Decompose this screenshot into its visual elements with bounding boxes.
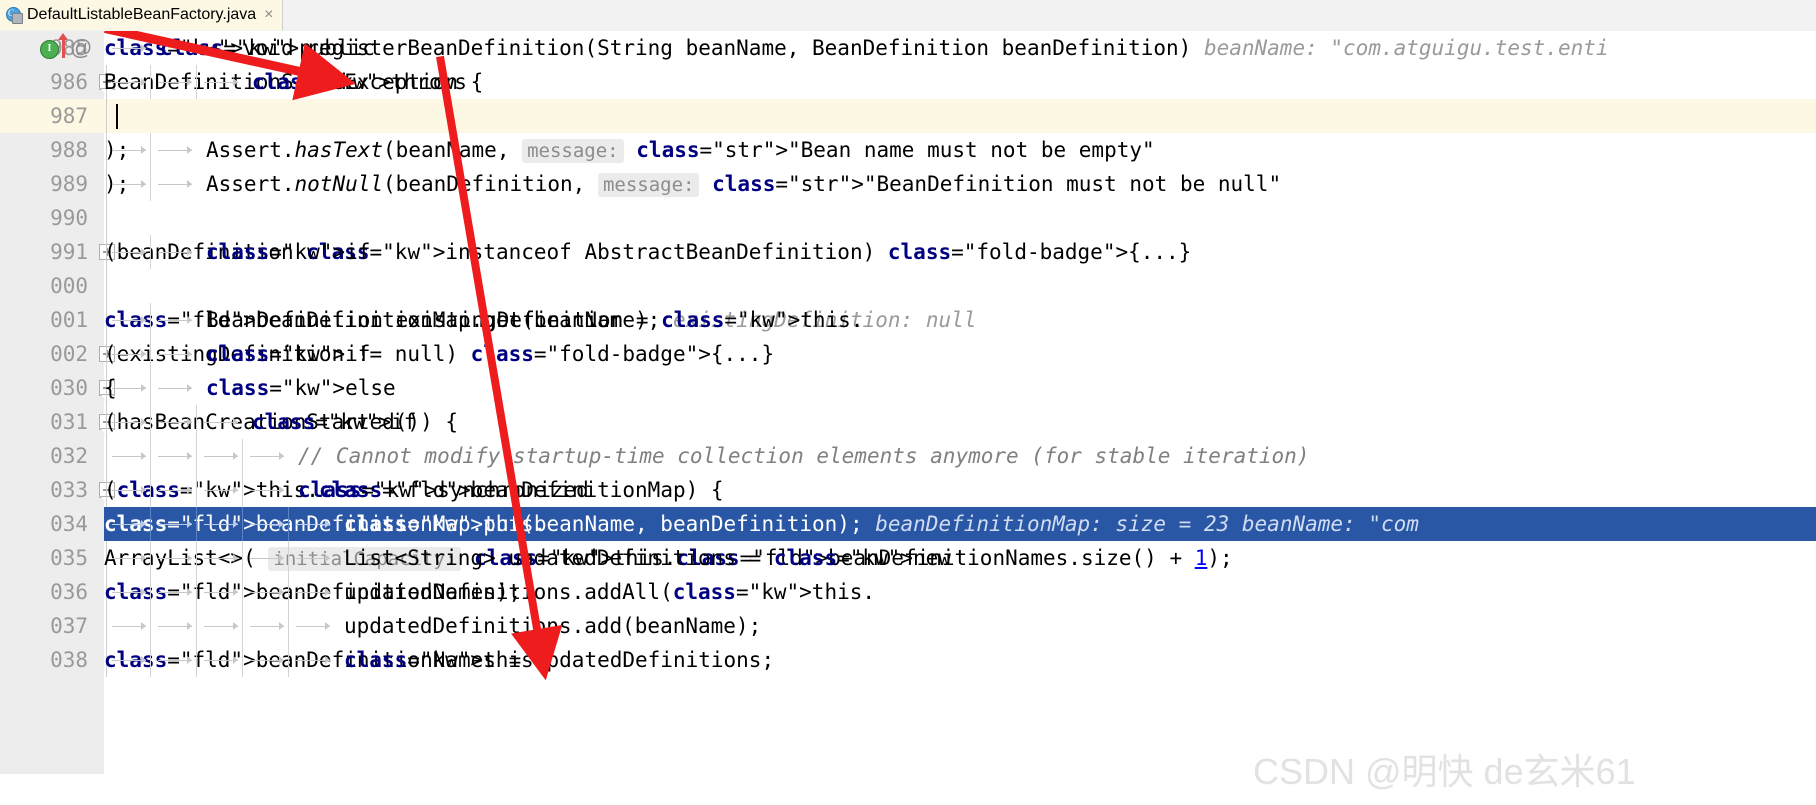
code-line-990[interactable]: 990 (0, 201, 1816, 235)
override-arrow-icon[interactable] (58, 33, 68, 58)
code-line-000[interactable]: 000 (0, 269, 1816, 303)
code-line-991[interactable]: 991 class="kw">if (beanDefinition class="… (0, 235, 1816, 269)
code-editor[interactable]: 985 I @ class="kw">public class="kw">void r… (0, 31, 1816, 792)
code-line-002[interactable]: 002 class="kw">if (existingDefinition != … (0, 337, 1816, 371)
text-caret (116, 104, 118, 129)
line-number: 000 (0, 269, 92, 303)
code-line-989[interactable]: 989 Assert.notNull(beanDefinition, messag… (0, 167, 1816, 201)
code-line-content[interactable] (104, 201, 1816, 235)
code-line-030[interactable]: 030 class="kw">else { (0, 371, 1816, 405)
code-line-content[interactable]: class="kw">this. class="fld">beanDefiniti… (104, 507, 1816, 541)
line-number: 032 (0, 439, 92, 473)
line-number: 990 (0, 201, 92, 235)
code-line-content[interactable]: class="kw">public class="kw">void regist… (104, 31, 1816, 65)
editor-tab-bar: C DefaultListableBeanFactory.java × (0, 0, 1816, 32)
code-line-content[interactable]: class="kw">else { (104, 371, 1816, 405)
line-number: 037 (0, 609, 92, 643)
code-line-034[interactable]: 034 class="kw">this. class="fld">beanDefin… (0, 507, 1816, 541)
line-number: 030 (0, 371, 92, 405)
code-line-038[interactable]: 038 class="kw">this. class="fld">beanDefin… (0, 643, 1816, 677)
line-number: 988 (0, 133, 92, 167)
code-line-content[interactable]: class="kw">synchronized (class="kw">this… (104, 473, 1816, 507)
line-number: 031 (0, 405, 92, 439)
line-number: 036 (0, 575, 92, 609)
watermark: CSDN @明快 de玄米61 (1253, 751, 1636, 792)
tab-bar-filler (282, 0, 1816, 31)
close-icon[interactable]: × (264, 6, 273, 24)
code-line-content[interactable]: class="kw">if (hasBeanCreationStarted())… (104, 405, 1816, 439)
code-line-content[interactable]: List<String> updatedDefinitions = class=… (104, 541, 1816, 575)
line-number: 001 (0, 303, 92, 337)
code-line-001[interactable]: 001 BeanDefinition existingDefinition = c… (0, 303, 1816, 337)
line-number: 034 (0, 507, 92, 541)
line-number: 002 (0, 337, 92, 371)
code-line-985[interactable]: 985 I @ class="kw">public class="kw">void r… (0, 31, 1816, 65)
line-number: 038 (0, 643, 92, 677)
code-line-032[interactable]: 032 // Cannot modify startup-time collect… (0, 439, 1816, 473)
line-number: 033 (0, 473, 92, 507)
code-line-content[interactable]: Assert.notNull(beanDefinition, message: … (104, 167, 1816, 201)
java-class-icon: C (6, 7, 23, 24)
code-line-content[interactable]: BeanDefinition existingDefinition = clas… (104, 303, 1816, 337)
code-lines: 985 I @ class="kw">public class="kw">void r… (0, 31, 1816, 677)
code-line-content[interactable] (104, 269, 1816, 303)
editor-tab-DefaultListableBeanFactory[interactable]: C DefaultListableBeanFactory.java × (0, 0, 283, 30)
code-line-035[interactable]: 035 List<String> updatedDefinitions = cla… (0, 541, 1816, 575)
code-line-987[interactable]: 987 (0, 99, 1816, 133)
implementing-method-icon-letter: I (47, 43, 52, 54)
code-line-036[interactable]: 036 updatedDefinitions.addAll(class="kw">… (0, 575, 1816, 609)
code-line-content[interactable]: class="kw">this. class="fld">beanDefiniti… (104, 643, 1816, 677)
code-line-content[interactable]: updatedDefinitions.addAll(class="kw">thi… (104, 575, 1816, 609)
line-number: 989 (0, 167, 92, 201)
code-line-033[interactable]: 033 class="kw">synchronized (class="kw">t… (0, 473, 1816, 507)
code-line-content[interactable]: Assert.hasText(beanName, message: class=… (104, 133, 1816, 167)
editor-tab-label: DefaultListableBeanFactory.java (27, 6, 257, 23)
code-line-031[interactable]: 031 class="kw">if (hasBeanCreationStarted… (0, 405, 1816, 439)
code-line-986[interactable]: 986 class="kw">throws BeanDefinitionStore… (0, 65, 1816, 99)
annotation-gutter-icon[interactable]: @ (70, 31, 92, 65)
code-line-content[interactable]: // Cannot modify startup-time collection… (104, 439, 1816, 473)
line-number: 035 (0, 541, 92, 575)
code-line-content[interactable]: class="kw">if (beanDefinition class="kw"… (104, 235, 1816, 269)
code-line-content[interactable]: class="kw">throws BeanDefinitionStoreExc… (104, 65, 1816, 99)
line-number: 991 (0, 235, 92, 269)
line-number: 987 (0, 99, 92, 133)
line-number: 986 (0, 65, 92, 99)
lock-icon (12, 13, 23, 24)
implementing-method-icon[interactable]: I (40, 40, 59, 59)
code-line-content[interactable]: updatedDefinitions.add(beanName); (104, 609, 1816, 643)
code-line-content[interactable] (104, 99, 1816, 133)
code-line-988[interactable]: 988 Assert.hasText(beanName, message: cla… (0, 133, 1816, 167)
code-line-content[interactable]: class="kw">if (existingDefinition != nul… (104, 337, 1816, 371)
code-line-037[interactable]: 037 updatedDefinitions.add(beanName); (0, 609, 1816, 643)
